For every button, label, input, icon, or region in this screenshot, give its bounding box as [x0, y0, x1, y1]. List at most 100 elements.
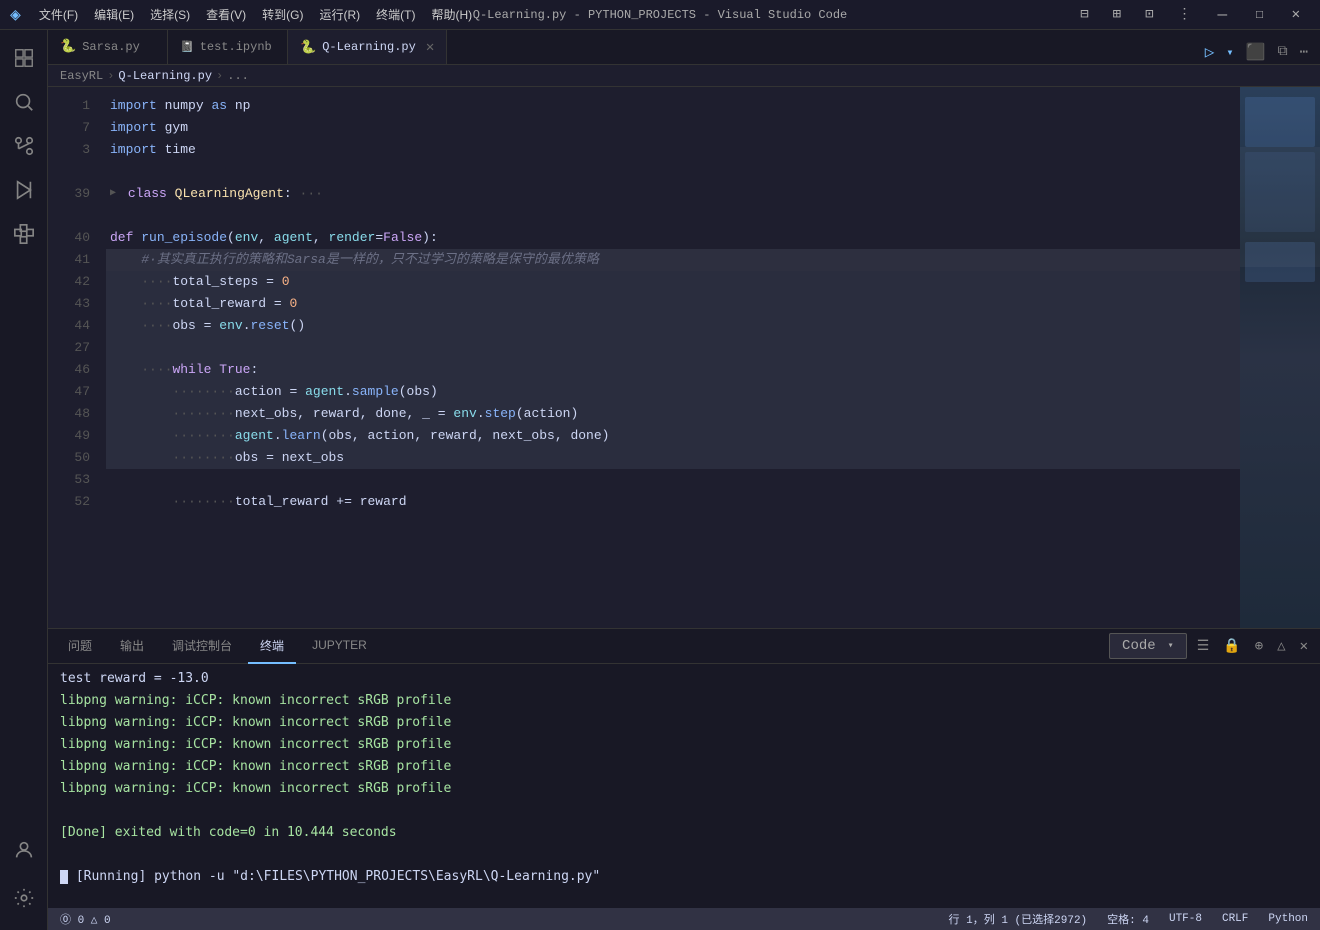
- status-right: 行 1，列 1 (已选择2972) 空格: 4 UTF-8 CRLF Pytho…: [945, 911, 1312, 927]
- activity-icon-account[interactable]: [4, 830, 44, 870]
- activity-bar: [0, 30, 48, 930]
- code-line-48: ········next_obs, reward, done, _ = env.…: [106, 403, 1240, 425]
- terminal-line-blank2: [60, 844, 1308, 866]
- panel-actions[interactable]: Code ▾ ☰ 🔒 ⊕ △ ✕: [1109, 633, 1312, 659]
- python-icon-2: 🐍: [300, 40, 316, 55]
- more-actions-icon[interactable]: ⋯: [1296, 42, 1312, 63]
- menu-terminal[interactable]: 终端(T): [370, 4, 421, 25]
- run-icon[interactable]: ▷: [1201, 40, 1219, 64]
- code-line-1: import numpy as np: [106, 95, 1240, 117]
- tab-qlearning-label: Q-Learning.py: [322, 40, 416, 54]
- breadcrumb-file[interactable]: Q-Learning.py: [118, 69, 212, 83]
- tab-sarsa[interactable]: 🐍 Sarsa.py: [48, 30, 168, 64]
- python-icon: 🐍: [60, 39, 76, 54]
- code-line-46: ····while True:: [106, 359, 1240, 381]
- tab-bar: 🐍 Sarsa.py 📓 test.ipynb 🐍 Q-Learning.py …: [48, 30, 1320, 65]
- code-line-41: #·其实真正执行的策略和Sarsa是一样的，只不过学习的策略是保守的最优策略: [106, 249, 1240, 271]
- close-button[interactable]: ✕: [1282, 4, 1310, 25]
- minimize-button[interactable]: —: [1208, 4, 1238, 26]
- layout3-icon[interactable]: ⊡: [1137, 4, 1161, 25]
- menu-select[interactable]: 选择(S): [144, 4, 196, 25]
- panel-tabs: 问题 输出 调试控制台 终端 JUPYTER Code ▾: [48, 629, 1320, 664]
- breadcrumb-sep1: ›: [107, 69, 114, 83]
- status-bar: ⓪ 0 △ 0 行 1，列 1 (已选择2972) 空格: 4 UTF-8 CR…: [48, 908, 1320, 930]
- tab-close-icon[interactable]: ✕: [426, 39, 434, 56]
- maximize-button[interactable]: ☐: [1245, 4, 1273, 25]
- panel-tab-terminal[interactable]: 终端: [248, 629, 296, 664]
- code-line-52: ········total_reward += reward: [106, 491, 1240, 513]
- code-line-42: ····total_steps = 0: [106, 271, 1240, 293]
- tab-test-label: test.ipynb: [200, 40, 272, 54]
- layout-icon[interactable]: ⊟: [1072, 4, 1096, 25]
- editor-actions[interactable]: ▷ ▾ ⬛ ⧉ ⋯: [1201, 40, 1320, 64]
- code-line-blank2: [106, 205, 1240, 227]
- panel-maximize-icon[interactable]: △: [1273, 636, 1289, 657]
- code-line-49: ········agent.learn(obs, action, reward,…: [106, 425, 1240, 447]
- panel-lock-icon[interactable]: 🔒: [1219, 636, 1244, 657]
- code-line-blank4: [106, 469, 1240, 491]
- panel-tab-debug[interactable]: 调试控制台: [160, 629, 244, 664]
- main-container: 🐍 Sarsa.py 📓 test.ipynb 🐍 Q-Learning.py …: [0, 30, 1320, 930]
- menu-goto[interactable]: 转到(G): [256, 4, 309, 25]
- panel-tab-jupyter[interactable]: JUPYTER: [300, 629, 379, 664]
- panel-tab-output[interactable]: 输出: [108, 629, 156, 664]
- tab-test[interactable]: 📓 test.ipynb: [168, 30, 288, 64]
- menu-help[interactable]: 帮助(H): [426, 4, 479, 25]
- line-numbers: 1 7 3 39 40 41 42 43 44 27 46 47 48 49 5…: [48, 87, 98, 628]
- menu-file[interactable]: 文件(F): [33, 4, 84, 25]
- status-spaces[interactable]: 空格: 4: [1103, 911, 1153, 927]
- code-line-43: ····total_reward = 0: [106, 293, 1240, 315]
- layout2-icon[interactable]: ⊞: [1105, 4, 1129, 25]
- activity-icon-run[interactable]: [4, 170, 44, 210]
- customize-layout-icon[interactable]: ⋮: [1170, 4, 1200, 25]
- panel-tab-problems[interactable]: 问题: [56, 629, 104, 664]
- tab-qlearning[interactable]: 🐍 Q-Learning.py ✕: [288, 30, 447, 64]
- activity-icon-settings[interactable]: [4, 878, 44, 918]
- terminal-cursor: [60, 870, 68, 884]
- split-editor-icon[interactable]: ⧉: [1274, 42, 1292, 62]
- terminal-line-libpng5: libpng warning: iCCP: known incorrect sR…: [60, 778, 1308, 800]
- activity-icon-search[interactable]: [4, 82, 44, 122]
- panel: 问题 输出 调试控制台 终端 JUPYTER Code ▾: [48, 628, 1320, 908]
- menu-view[interactable]: 查看(V): [200, 4, 252, 25]
- breadcrumb-symbol[interactable]: ...: [227, 69, 249, 83]
- status-position[interactable]: 行 1，列 1 (已选择2972): [945, 911, 1092, 927]
- status-errors[interactable]: ⓪ 0 △ 0: [56, 911, 115, 927]
- window-title: Q-Learning.py - PYTHON_PROJECTS - Visual…: [473, 8, 847, 22]
- code-line-7: import gym: [106, 117, 1240, 139]
- code-line-50: ········obs = next_obs: [106, 447, 1240, 469]
- minimap-content: [1240, 87, 1320, 628]
- menu-bar[interactable]: 文件(F) 编辑(E) 选择(S) 查看(V) 转到(G) 运行(R) 终端(T…: [33, 4, 478, 25]
- breadcrumb-easyrl[interactable]: EasyRL: [60, 69, 103, 83]
- activity-icon-extensions[interactable]: [4, 214, 44, 254]
- status-line-ending[interactable]: CRLF: [1218, 913, 1252, 925]
- status-encoding[interactable]: UTF-8: [1165, 913, 1206, 925]
- breadcrumb: EasyRL › Q-Learning.py › ...: [48, 65, 1320, 87]
- status-language[interactable]: Python: [1264, 913, 1312, 925]
- terminal-line-done: [Done] exited with code=0 in 10.444 seco…: [60, 822, 1308, 844]
- panel-content[interactable]: test reward = -13.0 libpng warning: iCCP…: [48, 664, 1320, 908]
- dropdown-arrow-icon: ▾: [1164, 638, 1178, 654]
- terminal-line-libpng1: libpng warning: iCCP: known incorrect sR…: [60, 690, 1308, 712]
- terminal-line-running: [Running] python -u "d:\FILES\PYTHON_PRO…: [60, 866, 1308, 888]
- vscode-logo-icon: ◈: [10, 4, 21, 26]
- menu-run[interactable]: 运行(R): [314, 4, 367, 25]
- code-content[interactable]: import numpy as np import gym import tim…: [98, 87, 1240, 628]
- code-line-39: ▶ class QLearningAgent: ···: [106, 183, 1240, 205]
- stop-icon[interactable]: ⬛: [1242, 40, 1270, 64]
- panel-close-icon[interactable]: ✕: [1296, 636, 1312, 657]
- activity-icon-explorer[interactable]: [4, 38, 44, 78]
- code-editor[interactable]: 1 7 3 39 40 41 42 43 44 27 46 47 48 49 5…: [48, 87, 1320, 628]
- run-dropdown-icon[interactable]: ▾: [1222, 43, 1237, 62]
- status-left: ⓪ 0 △ 0: [56, 911, 115, 927]
- dropdown-label: Code: [1118, 636, 1160, 656]
- panel-new-terminal-icon[interactable]: ⊕: [1251, 636, 1267, 657]
- window-controls[interactable]: ⊟ ⊞ ⊡ ⋮ — ☐ ✕: [1072, 4, 1310, 26]
- terminal-line-libpng2: libpng warning: iCCP: known incorrect sR…: [60, 712, 1308, 734]
- terminal-dropdown[interactable]: Code ▾: [1109, 633, 1187, 659]
- terminal-line-libpng3: libpng warning: iCCP: known incorrect sR…: [60, 734, 1308, 756]
- activity-icon-source-control[interactable]: [4, 126, 44, 166]
- editor-area: 🐍 Sarsa.py 📓 test.ipynb 🐍 Q-Learning.py …: [48, 30, 1320, 930]
- menu-edit[interactable]: 编辑(E): [88, 4, 140, 25]
- panel-list-icon[interactable]: ☰: [1193, 636, 1214, 657]
